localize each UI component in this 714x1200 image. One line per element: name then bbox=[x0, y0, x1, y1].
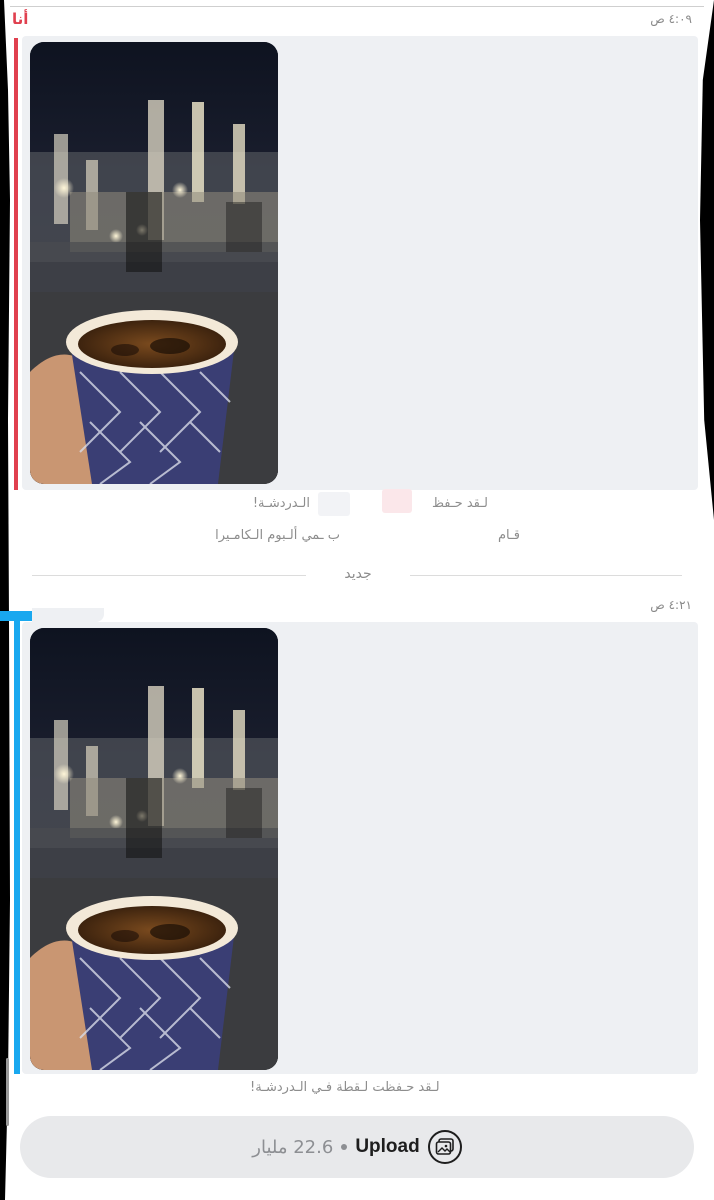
censored-name-chip-2 bbox=[318, 492, 350, 516]
saved-notice-2-end: ب ـمي ألـبوم الـكامـيرا bbox=[215, 528, 340, 543]
sender-color-bar-me bbox=[14, 38, 18, 490]
new-divider-line-left bbox=[32, 575, 306, 576]
sender-color-tab-other bbox=[0, 611, 32, 621]
sender-color-bar-other bbox=[14, 621, 20, 1074]
new-messages-divider: جديد bbox=[344, 566, 372, 582]
separator-dot bbox=[341, 1144, 348, 1150]
message-card-1[interactable] bbox=[22, 36, 698, 490]
top-divider bbox=[10, 6, 704, 7]
message-card-2[interactable] bbox=[22, 622, 698, 1074]
snap-thumbnail-2[interactable] bbox=[30, 628, 278, 1070]
scrollbar-thumb[interactable] bbox=[6, 1058, 9, 1126]
coffee-mosque-photo-2 bbox=[30, 628, 278, 1070]
snap-thumbnail-1[interactable] bbox=[30, 42, 278, 484]
screen-edge-right bbox=[700, 0, 714, 1200]
upload-size-label: 22.6 مليار bbox=[252, 1136, 334, 1158]
message-time-2: ٤:٢١ ص bbox=[650, 598, 692, 612]
saved-notice-3: لـقد حـفظت لـقطة فـي الـدردشـة! bbox=[250, 1080, 440, 1095]
sender-name-hidden bbox=[32, 608, 104, 622]
coffee-mosque-photo-1 bbox=[30, 42, 278, 484]
sender-label-me: أنا bbox=[12, 10, 29, 28]
new-divider-line-right bbox=[410, 575, 682, 576]
gallery-upload-icon[interactable] bbox=[427, 1130, 462, 1164]
saved-notice-2-start: قـام bbox=[497, 528, 520, 543]
upload-button-label[interactable]: Upload bbox=[355, 1136, 419, 1158]
screen-edge-left bbox=[0, 0, 10, 1200]
censored-name-chip-1 bbox=[382, 489, 412, 513]
message-time-1: ٤:٠٩ ص bbox=[650, 12, 692, 26]
saved-notice-1-start: لـقد حـفظ bbox=[431, 496, 488, 511]
saved-notice-1-end: الـدردشـة! bbox=[252, 496, 310, 511]
upload-bar[interactable]: 22.6 مليار Upload bbox=[20, 1116, 694, 1178]
